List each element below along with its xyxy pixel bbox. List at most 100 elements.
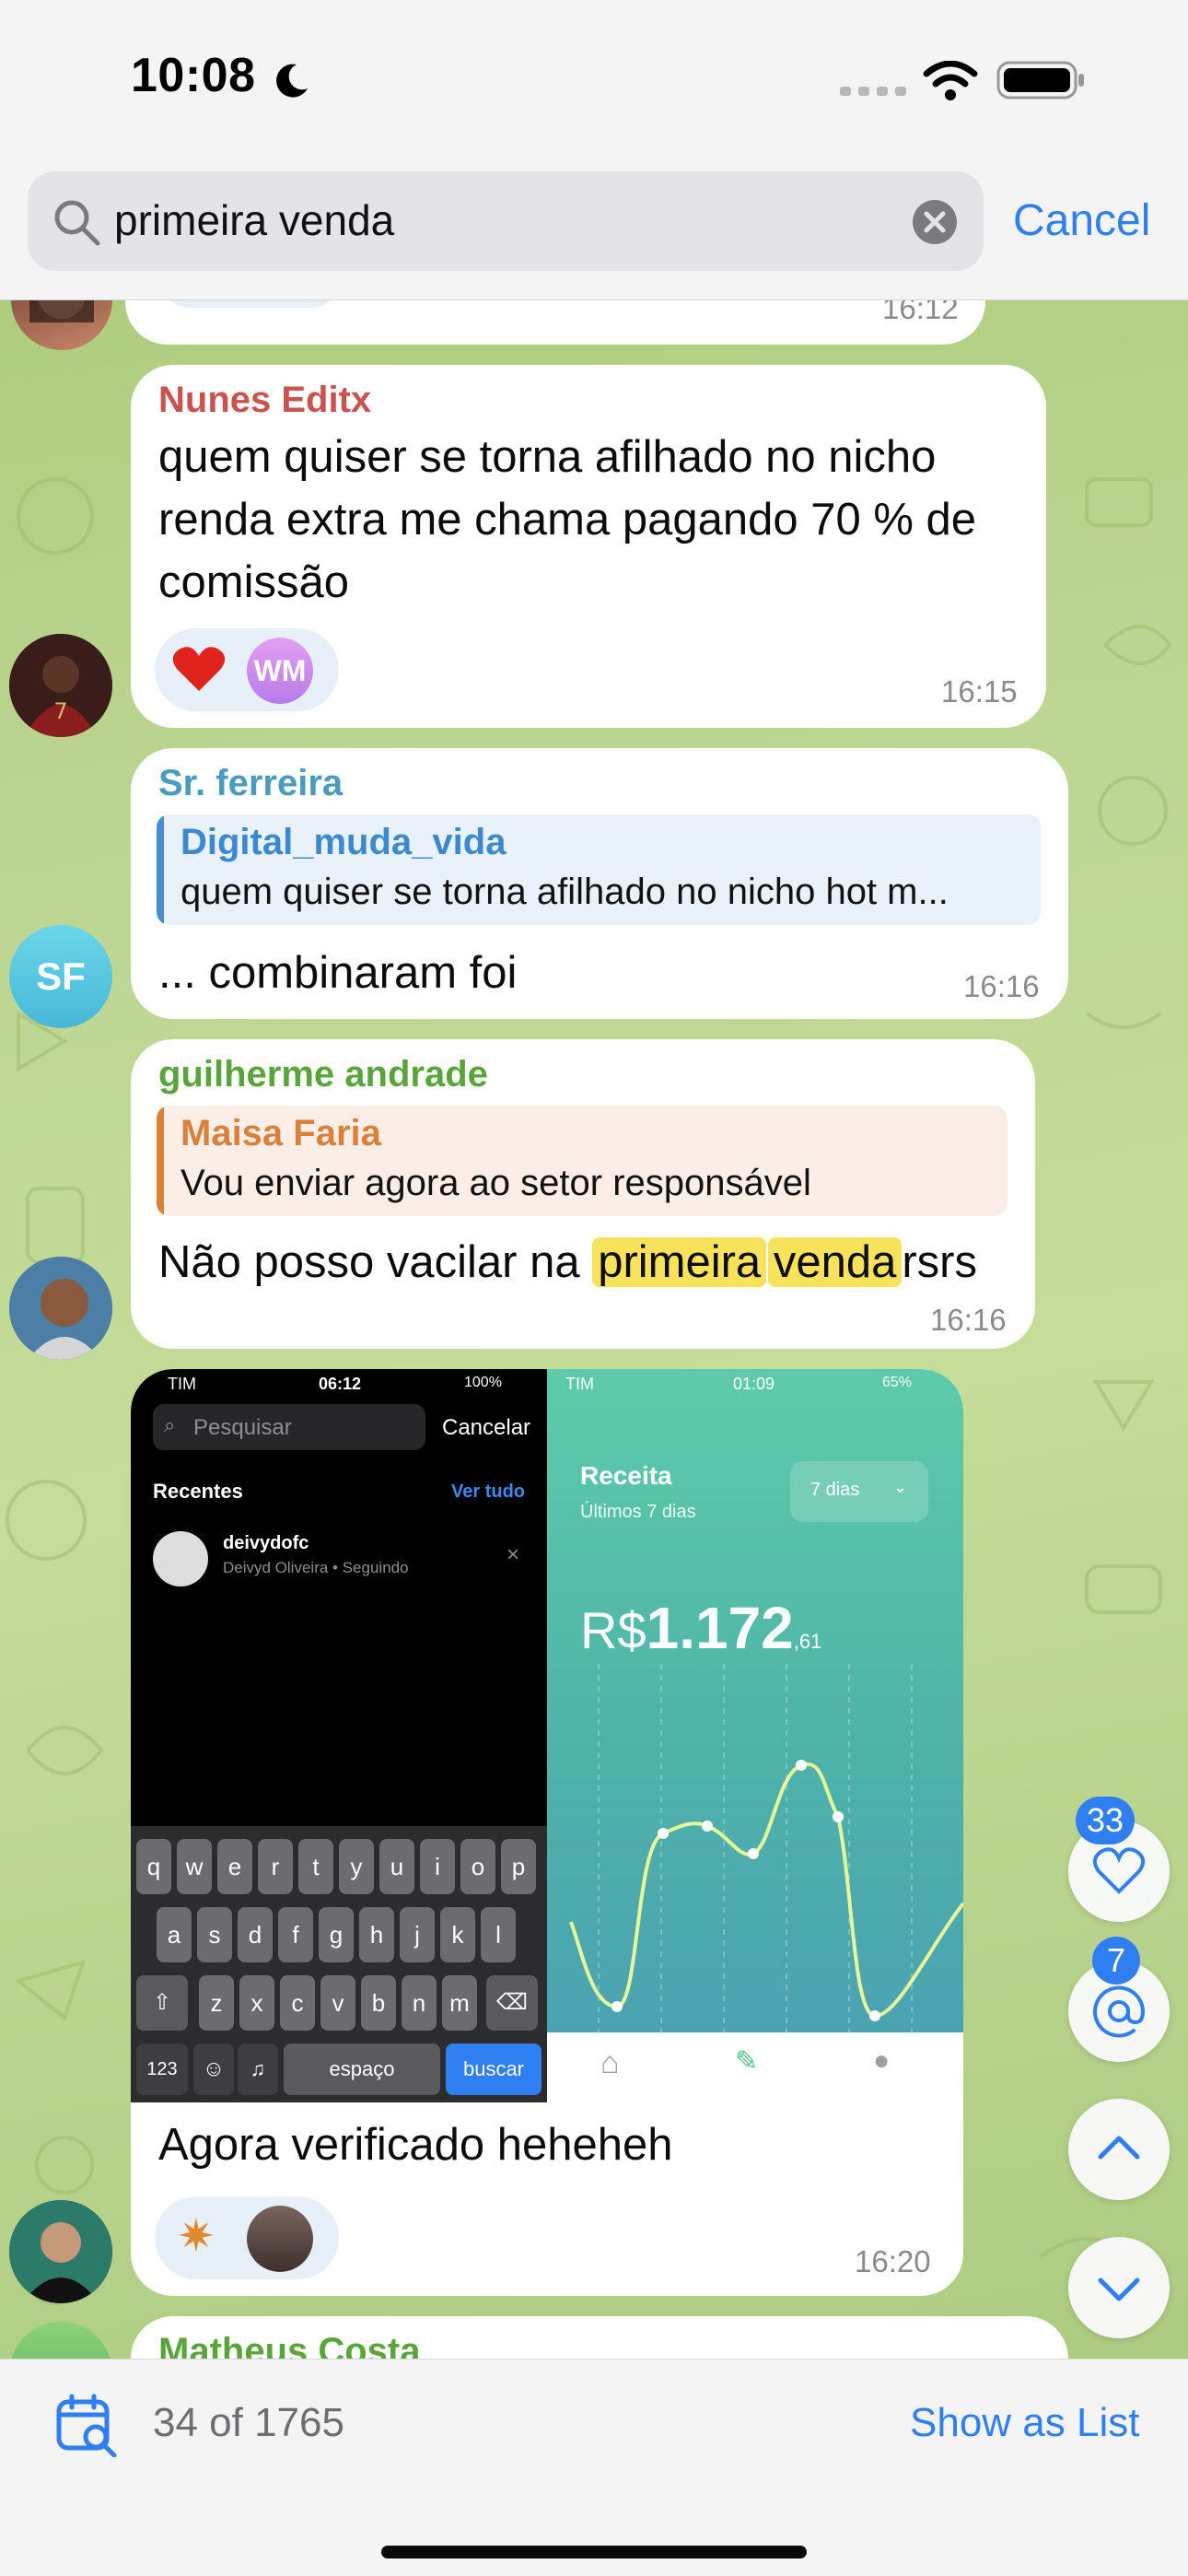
reply-author: Maisa Faria	[181, 1113, 381, 1153]
search-icon: ⌕	[164, 1413, 176, 1436]
shot-period-select: 7 dias ⌄	[790, 1461, 928, 1522]
avatar-photo	[9, 2200, 112, 2303]
message-text-line: renda extra me chama pagando 70 % de	[158, 495, 977, 544]
keyboard-key: s	[197, 1907, 232, 1962]
avatar[interactable]	[9, 1257, 112, 1360]
sender-name[interactable]: Sr. ferreira	[158, 763, 343, 804]
chart-tab-icon: ✎	[735, 2046, 759, 2077]
keyboard-key: a	[157, 1907, 192, 1962]
search-key: buscar	[446, 2043, 542, 2095]
reactor-avatar	[247, 2206, 313, 2272]
search-highlight: primeira	[592, 1237, 767, 1287]
keyboard-key: w	[177, 1839, 212, 1894]
search-icon	[54, 200, 100, 246]
shot-revenue-chart	[569, 1664, 963, 2032]
keyboard-key: u	[379, 1839, 414, 1894]
search-results-bar: 34 of 1765 Show as List	[0, 2359, 1188, 2576]
clear-search-icon[interactable]	[912, 199, 958, 245]
chevron-up-icon	[1098, 2136, 1140, 2160]
chevron-down-icon: ⌄	[893, 1478, 908, 1496]
attached-screenshot-revenue[interactable]: TIM 01:09 65% Receita Últimos 7 dias 7 d…	[547, 1369, 963, 2102]
message-text-part: Não posso vacilar na	[158, 1237, 593, 1287]
shot-status-carrier: TIM	[168, 1375, 196, 1393]
shot-user-sub: Deivyd Oliveira • Seguindo	[223, 1559, 409, 1576]
reply-author: Digital_muda_vida	[181, 822, 507, 862]
battery-icon	[996, 61, 1084, 100]
keyboard-key: y	[339, 1839, 374, 1894]
shot-revenue-title: Receita	[580, 1461, 672, 1490]
search-input[interactable]: primeira venda	[114, 195, 394, 245]
avatar[interactable]	[9, 2200, 112, 2303]
cancel-button[interactable]: Cancel	[1013, 195, 1150, 246]
message-bubble[interactable]: Sr. ferreira Digital_muda_vida quem quis…	[131, 748, 1068, 1019]
shot-tab-bar: ⌂ ✎ ●	[547, 2032, 963, 2102]
reaction-row[interactable]: WM	[155, 628, 339, 711]
keyboard-key: x	[239, 1975, 274, 2031]
shot-status-battery: 100%	[464, 1375, 502, 1390]
keyboard-key: b	[361, 1975, 396, 2031]
keyboard-key: r	[258, 1839, 293, 1894]
numbers-key: 123	[136, 2043, 188, 2095]
previous-result-button[interactable]	[1068, 2099, 1170, 2200]
cellular-signal-icon	[840, 87, 906, 96]
next-result-button[interactable]	[1068, 2237, 1170, 2338]
message-text: ... combinaram foi	[158, 948, 518, 998]
chevron-down-icon	[1098, 2277, 1140, 2301]
show-as-list-button[interactable]: Show as List	[910, 2400, 1139, 2446]
keyboard-key: l	[481, 1907, 516, 1962]
moon-icon	[276, 64, 308, 98]
shot-user-name: deivydofc	[223, 1533, 309, 1553]
reaction-row[interactable]: ✷	[155, 2196, 339, 2279]
sender-name[interactable]: Nunes Editx	[158, 380, 371, 421]
message-time: 16:16	[930, 1303, 1007, 1337]
message-time: 16:15	[941, 674, 1018, 708]
mentions-count-badge: 7	[1092, 1937, 1140, 1985]
keyboard-key: g	[319, 1907, 354, 1962]
keyboard-key: f	[278, 1907, 313, 1962]
shot-search-placeholder: Pesquisar	[193, 1415, 292, 1440]
message-bubble[interactable]: TIM 06:12 100% ⌕ Pesquisar Cancelar Rece…	[131, 1369, 963, 2296]
result-count: 34 of 1765	[153, 2400, 344, 2445]
emoji-key-icon: ☺	[193, 2043, 234, 2095]
shot-status-time: 06:12	[319, 1375, 362, 1393]
reactor-avatar: WM	[247, 638, 313, 704]
shot-status-carrier: TIM	[565, 1375, 594, 1393]
backspace-key-icon: ⌫	[486, 1975, 538, 2031]
wifi-icon	[923, 61, 978, 100]
message-bubble[interactable]: Nunes Editx quem quiser se torna afilhad…	[131, 365, 1046, 728]
shot-cancel: Cancelar	[442, 1415, 531, 1440]
search-header: 10:08 primeira venda Cancel	[0, 0, 1188, 300]
keyboard-key: p	[501, 1839, 536, 1894]
shot-see-all: Ver tudo	[451, 1481, 526, 1502]
calendar-search-icon[interactable]	[55, 2393, 120, 2457]
message-text: Agora verificado heheheh	[158, 2120, 673, 2170]
sender-name[interactable]: guilherme andrade	[158, 1054, 488, 1095]
keyboard-key: n	[402, 1975, 437, 2031]
search-bar[interactable]: primeira venda	[28, 171, 984, 271]
shot-user-avatar	[153, 1531, 208, 1587]
shot-revenue-subtitle: Últimos 7 dias	[580, 1502, 696, 1522]
mic-key-icon: ♫	[238, 2043, 278, 2095]
avatar[interactable]: SF	[9, 925, 112, 1028]
keyboard-key: q	[136, 1839, 171, 1894]
keyboard-key: h	[359, 1907, 394, 1962]
reply-preview[interactable]: Maisa Faria Vou enviar agora ao setor re…	[157, 1106, 1007, 1216]
shot-recent-label: Recentes	[153, 1480, 243, 1503]
message-bubble[interactable]: guilherme andrade Maisa Faria Vou enviar…	[131, 1039, 1035, 1349]
message-text-line: quem quiser se torna afilhado no nicho	[158, 432, 937, 482]
message-time: 16:20	[855, 2244, 931, 2278]
reply-preview[interactable]: Digital_muda_vida quem quiser se torna a…	[157, 814, 1041, 925]
home-icon: ⌂	[600, 2045, 620, 2080]
keyboard-key: c	[280, 1975, 315, 2031]
avatar[interactable]: 7	[9, 634, 112, 737]
shift-key-icon: ⇧	[136, 1975, 188, 2031]
party-popper-reaction-icon: ✷	[177, 2210, 215, 2262]
message-text-part: rsrs	[902, 1237, 977, 1287]
close-icon: ×	[507, 1542, 520, 1567]
message-text: Não posso vacilar na primeira venda rsrs	[158, 1231, 977, 1294]
attached-screenshot-search[interactable]: TIM 06:12 100% ⌕ Pesquisar Cancelar Rece…	[131, 1369, 547, 2102]
shot-search-field: ⌕ Pesquisar	[153, 1404, 425, 1450]
keyboard-key: t	[298, 1839, 333, 1894]
shot-period-label: 7 dias	[810, 1480, 860, 1500]
keyboard-key: z	[199, 1975, 234, 2031]
